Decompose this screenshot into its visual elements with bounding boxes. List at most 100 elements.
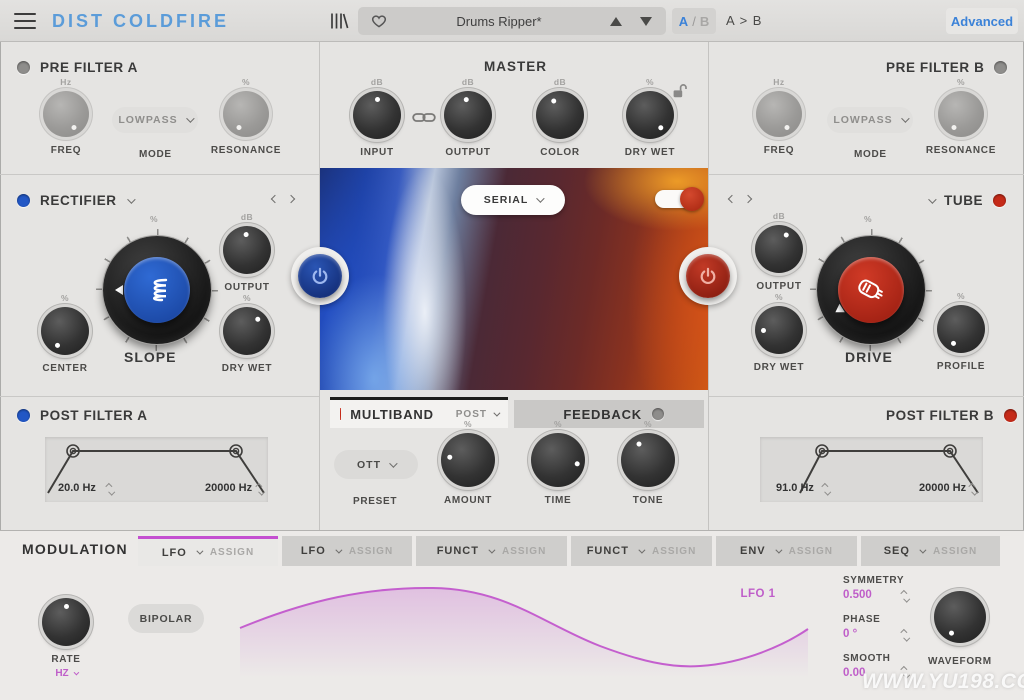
feedback-tone-knob[interactable] <box>621 433 675 487</box>
rectifier-led[interactable] <box>17 194 30 207</box>
mod-tab-lfo2[interactable]: LFO ASSIGN <box>282 536 412 566</box>
hamburger-menu-icon[interactable] <box>14 13 36 29</box>
rectifier-slope-knob[interactable] <box>96 229 218 351</box>
library-icon[interactable] <box>330 12 349 30</box>
post-filter-b-led[interactable] <box>1004 409 1018 422</box>
post-filter-b-low-value[interactable]: 91.0 Hz <box>776 482 814 494</box>
dist-a-power-button[interactable] <box>298 254 342 298</box>
master-drywet-knob[interactable] <box>626 91 674 139</box>
symmetry-value[interactable]: 0.500 <box>843 589 872 601</box>
ab-a-label[interactable]: A <box>679 14 688 29</box>
tab-assign[interactable]: ASSIGN <box>652 546 696 557</box>
chevron-down-icon[interactable] <box>196 547 204 555</box>
multiband-position-dropdown[interactable]: POST <box>456 409 501 420</box>
chevron-down-icon[interactable] <box>126 194 136 204</box>
preset-prev-icon[interactable] <box>610 16 622 26</box>
mod-tab-lfo1[interactable]: LFO ASSIGN <box>138 536 278 566</box>
rate-unit-dropdown[interactable]: HZ <box>55 668 79 679</box>
ab-toggle[interactable]: A / B <box>672 8 716 34</box>
mod-tab-funct1[interactable]: FUNCT ASSIGN <box>416 536 567 566</box>
unlock-icon[interactable] <box>672 83 687 99</box>
master-input-knob[interactable] <box>353 91 401 139</box>
bipolar-button[interactable]: BIPOLAR <box>128 604 204 633</box>
routing-mode-dropdown[interactable]: SERIAL <box>461 185 565 215</box>
mod-tab-env[interactable]: ENV ASSIGN <box>716 536 857 566</box>
multiband-preset-dropdown[interactable]: OTT <box>334 450 418 479</box>
tab-label: FUNCT <box>586 545 629 557</box>
chevron-right-icon[interactable] <box>743 194 753 204</box>
knob-label: TONE <box>632 495 664 506</box>
post-filter-b-low-stepper[interactable] <box>821 483 831 495</box>
tab-label: ENV <box>740 545 766 557</box>
tab-assign[interactable]: ASSIGN <box>789 546 833 557</box>
dist-b-power-button[interactable] <box>686 254 730 298</box>
unit-label: Hz <box>60 77 72 87</box>
master-color-knob[interactable] <box>536 91 584 139</box>
tube-profile-knob[interactable] <box>937 305 985 353</box>
chevron-down-icon[interactable] <box>919 546 927 554</box>
rectifier-center-knob[interactable] <box>41 307 89 355</box>
pre-filter-a-mode-dropdown[interactable]: LOWPASS <box>112 107 198 133</box>
divider <box>709 396 1024 397</box>
chevron-down-icon[interactable] <box>335 546 343 554</box>
unit-label: % <box>60 293 70 303</box>
ab-copy-button[interactable]: A > B <box>726 13 762 28</box>
chevron-down-icon[interactable] <box>488 546 496 554</box>
rectifier-output-knob[interactable] <box>223 226 271 274</box>
chevron-down-icon[interactable] <box>638 546 646 554</box>
favorite-heart-icon[interactable] <box>370 13 388 29</box>
phase-value[interactable]: 0 ° <box>843 628 857 640</box>
tab-assign[interactable]: ASSIGN <box>502 546 546 557</box>
chevron-right-icon[interactable] <box>286 194 296 204</box>
chevron-down-icon <box>73 669 79 675</box>
feedback-time-knob[interactable] <box>531 433 585 487</box>
pre-filter-b-freq-knob[interactable] <box>756 91 802 137</box>
tube-profile-group: % PROFILE <box>923 291 999 372</box>
knob-indicator <box>783 123 790 131</box>
chevron-left-icon[interactable] <box>270 194 280 204</box>
post-filter-a-led[interactable] <box>17 409 30 422</box>
tab-assign[interactable]: ASSIGN <box>349 546 393 557</box>
symmetry-stepper[interactable] <box>900 590 910 602</box>
routing-toggle[interactable] <box>655 187 704 211</box>
lfo-rate-knob[interactable] <box>42 598 90 646</box>
post-filter-b-high-stepper[interactable] <box>968 483 978 495</box>
chevron-down-icon[interactable] <box>928 194 937 204</box>
pre-filter-a-freq-knob[interactable] <box>43 91 89 137</box>
chevron-left-icon[interactable] <box>727 194 737 204</box>
tab-assign[interactable]: ASSIGN <box>210 547 254 558</box>
multiband-amount-knob[interactable] <box>441 433 495 487</box>
pre-filter-b-resonance-knob[interactable] <box>938 91 984 137</box>
lfo-waveform-knob[interactable] <box>934 591 986 643</box>
pre-filter-b-led[interactable] <box>994 61 1008 74</box>
master-output-knob[interactable] <box>444 91 492 139</box>
phase-stepper[interactable] <box>900 629 910 641</box>
mod-tab-funct2[interactable]: FUNCT ASSIGN <box>571 536 712 566</box>
post-filter-a-high-value[interactable]: 20000 Hz <box>205 482 252 494</box>
unit-label: % <box>463 419 473 429</box>
tube-drive-knob[interactable] <box>810 229 932 351</box>
advanced-button[interactable]: Advanced <box>946 8 1018 34</box>
tab-label: SEQ <box>883 545 910 557</box>
mod-tab-seq[interactable]: SEQ ASSIGN <box>861 536 1000 566</box>
rectifier-drywet-knob[interactable] <box>223 307 271 355</box>
post-filter-a-low-value[interactable]: 20.0 Hz <box>58 482 96 494</box>
pre-filter-b-mode-dropdown[interactable]: LOWPASS <box>827 107 913 133</box>
tab-assign[interactable]: ASSIGN <box>933 546 977 557</box>
preset-bar[interactable]: Drums Ripper* <box>358 7 666 35</box>
chevron-down-icon[interactable] <box>775 546 783 554</box>
post-filter-a-low-stepper[interactable] <box>105 483 115 495</box>
post-filter-b-title: POST FILTER B <box>886 408 995 423</box>
pre-filter-a-resonance-knob[interactable] <box>223 91 269 137</box>
ab-b-label[interactable]: B <box>700 14 709 29</box>
knob-label: DRY WET <box>221 363 273 374</box>
pre-filter-a-led[interactable] <box>17 61 30 74</box>
post-filter-b-high-value[interactable]: 20000 Hz <box>919 482 966 494</box>
preset-name[interactable]: Drums Ripper* <box>388 14 610 29</box>
tube-drywet-knob[interactable] <box>755 306 803 354</box>
tube-led[interactable] <box>993 194 1007 207</box>
post-filter-a-high-stepper[interactable] <box>255 483 265 495</box>
preset-next-icon[interactable] <box>640 16 652 26</box>
pre-filter-a-header: PRE FILTER A <box>17 60 138 75</box>
master-color-group: dB COLOR <box>522 77 598 158</box>
